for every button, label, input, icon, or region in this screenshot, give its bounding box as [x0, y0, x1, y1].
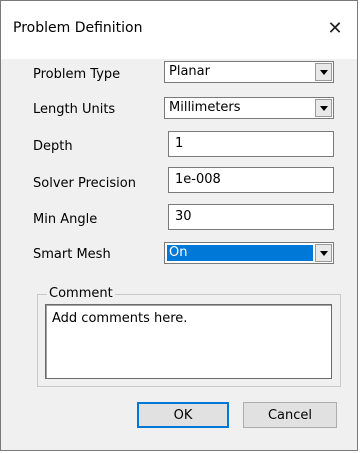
solver-precision-input[interactable]: 1e-008 — [168, 167, 334, 193]
length-units-value: Millimeters — [169, 100, 241, 115]
dialog-title: Problem Definition — [13, 20, 143, 36]
smart-mesh-selection-highlight: On — [167, 245, 313, 261]
depth-label: Depth — [33, 139, 73, 154]
chevron-down-icon[interactable] — [315, 63, 332, 81]
ok-button[interactable]: OK — [137, 402, 229, 428]
problem-type-select[interactable]: Planar — [164, 61, 334, 83]
chevron-down-icon[interactable] — [315, 99, 332, 117]
title-bar[interactable]: Problem Definition ✕ — [1, 1, 357, 59]
chevron-down-icon[interactable] — [315, 244, 332, 262]
min-angle-input[interactable]: 30 — [168, 204, 334, 230]
length-units-select[interactable]: Millimeters — [164, 97, 334, 119]
solver-precision-label: Solver Precision — [33, 176, 136, 191]
problem-type-label: Problem Type — [33, 67, 121, 82]
smart-mesh-select[interactable]: On — [164, 242, 334, 264]
smart-mesh-value: On — [169, 245, 188, 260]
comment-text: Add comments here. — [52, 311, 188, 326]
comment-legend: Comment — [47, 286, 115, 301]
smart-mesh-label: Smart Mesh — [33, 247, 111, 262]
solver-precision-value: 1e-008 — [175, 172, 221, 187]
depth-value: 1 — [175, 136, 184, 151]
close-icon[interactable]: ✕ — [321, 14, 349, 42]
cancel-button[interactable]: Cancel — [243, 402, 337, 428]
length-units-label: Length Units — [33, 102, 116, 117]
comment-textarea[interactable]: Add comments here. — [45, 304, 332, 379]
depth-input[interactable]: 1 — [168, 131, 334, 157]
problem-type-value: Planar — [169, 64, 210, 79]
min-angle-label: Min Angle — [33, 212, 98, 227]
min-angle-value: 30 — [175, 209, 192, 224]
problem-definition-dialog: Problem Definition ✕ Problem Type Planar… — [0, 0, 358, 451]
